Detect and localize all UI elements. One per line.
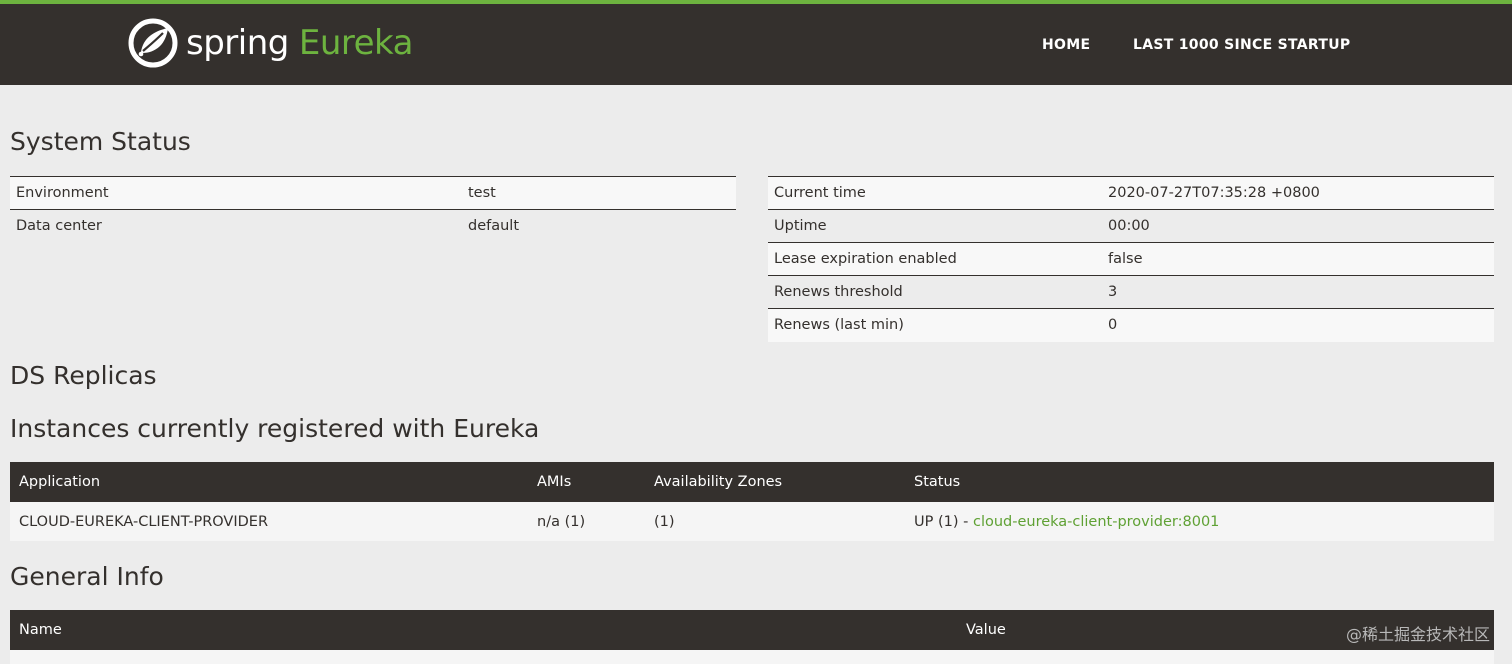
instances-heading: Instances currently registered with Eure… — [10, 414, 540, 443]
zones-value: (1) — [645, 502, 905, 541]
status-text: UP (1) - — [914, 513, 973, 530]
top-navbar: spring Eureka HOME LAST 1000 SINCE STARTU… — [0, 0, 1512, 85]
status-cell: UP (1) - cloud-eureka-client-provider:80… — [905, 502, 1494, 541]
column-header-name: Name — [10, 610, 957, 650]
column-header-zones: Availability Zones — [645, 462, 905, 502]
status-key: Environment — [10, 176, 462, 210]
table-row: Environment test — [10, 176, 736, 210]
table-row: Lease expiration enabled false — [768, 242, 1494, 276]
table-row: Renews (last min) 0 — [768, 308, 1494, 342]
table-row — [10, 650, 1494, 664]
table-row: Renews threshold 3 — [768, 275, 1494, 309]
logo-text-spring: spring — [186, 23, 289, 63]
table-header-row: Name Value — [10, 610, 1494, 650]
status-value: 3 — [1102, 275, 1494, 309]
status-value: 0 — [1102, 308, 1494, 342]
status-value: test — [462, 176, 736, 210]
column-header-status: Status — [905, 462, 1494, 502]
table-row: CLOUD-EUREKA-CLIENT-PROVIDER n/a (1) (1)… — [10, 502, 1494, 541]
status-key: Lease expiration enabled — [768, 242, 1102, 276]
status-key: Data center — [10, 209, 462, 243]
status-key: Renews (last min) — [768, 308, 1102, 342]
table-row: Uptime 00:00 — [768, 209, 1494, 243]
nav-last-1000-link[interactable]: LAST 1000 SINCE STARTUP — [1133, 37, 1350, 53]
system-status-heading: System Status — [10, 127, 191, 156]
info-name-cell — [10, 650, 957, 664]
system-status-left-table: Environment test Data center default — [10, 176, 736, 243]
amis-value: n/a (1) — [528, 502, 645, 541]
instance-link[interactable]: cloud-eureka-client-provider:8001 — [973, 514, 1219, 530]
status-value: 00:00 — [1102, 209, 1494, 243]
logo-text-eureka: Eureka — [298, 23, 414, 63]
watermark-text: @稀土掘金技术社区 — [1345, 625, 1490, 644]
nav-home-link[interactable]: HOME — [1042, 37, 1090, 53]
column-header-application: Application — [10, 462, 528, 502]
system-status-right-table: Current time 2020-07-27T07:35:28 +0800 U… — [768, 176, 1494, 342]
column-header-amis: AMIs — [528, 462, 645, 502]
table-row: Current time 2020-07-27T07:35:28 +0800 — [768, 176, 1494, 210]
status-value: default — [462, 209, 736, 243]
info-value-cell — [957, 650, 1494, 664]
status-key: Renews threshold — [768, 275, 1102, 309]
status-key: Current time — [768, 176, 1102, 210]
instances-table: Application AMIs Availability Zones Stat… — [10, 462, 1494, 541]
spring-eureka-logo[interactable]: spring Eureka — [128, 16, 413, 70]
table-header-row: Application AMIs Availability Zones Stat… — [10, 462, 1494, 502]
status-key: Uptime — [768, 209, 1102, 243]
table-row: Data center default — [10, 209, 736, 243]
application-name: CLOUD-EUREKA-CLIENT-PROVIDER — [10, 502, 528, 541]
general-info-heading: General Info — [10, 562, 164, 591]
status-value: 2020-07-27T07:35:28 +0800 — [1102, 176, 1494, 210]
status-value: false — [1102, 242, 1494, 276]
spring-leaf-icon — [128, 18, 178, 68]
ds-replicas-heading: DS Replicas — [10, 361, 157, 390]
general-info-table: Name Value — [10, 610, 1494, 664]
